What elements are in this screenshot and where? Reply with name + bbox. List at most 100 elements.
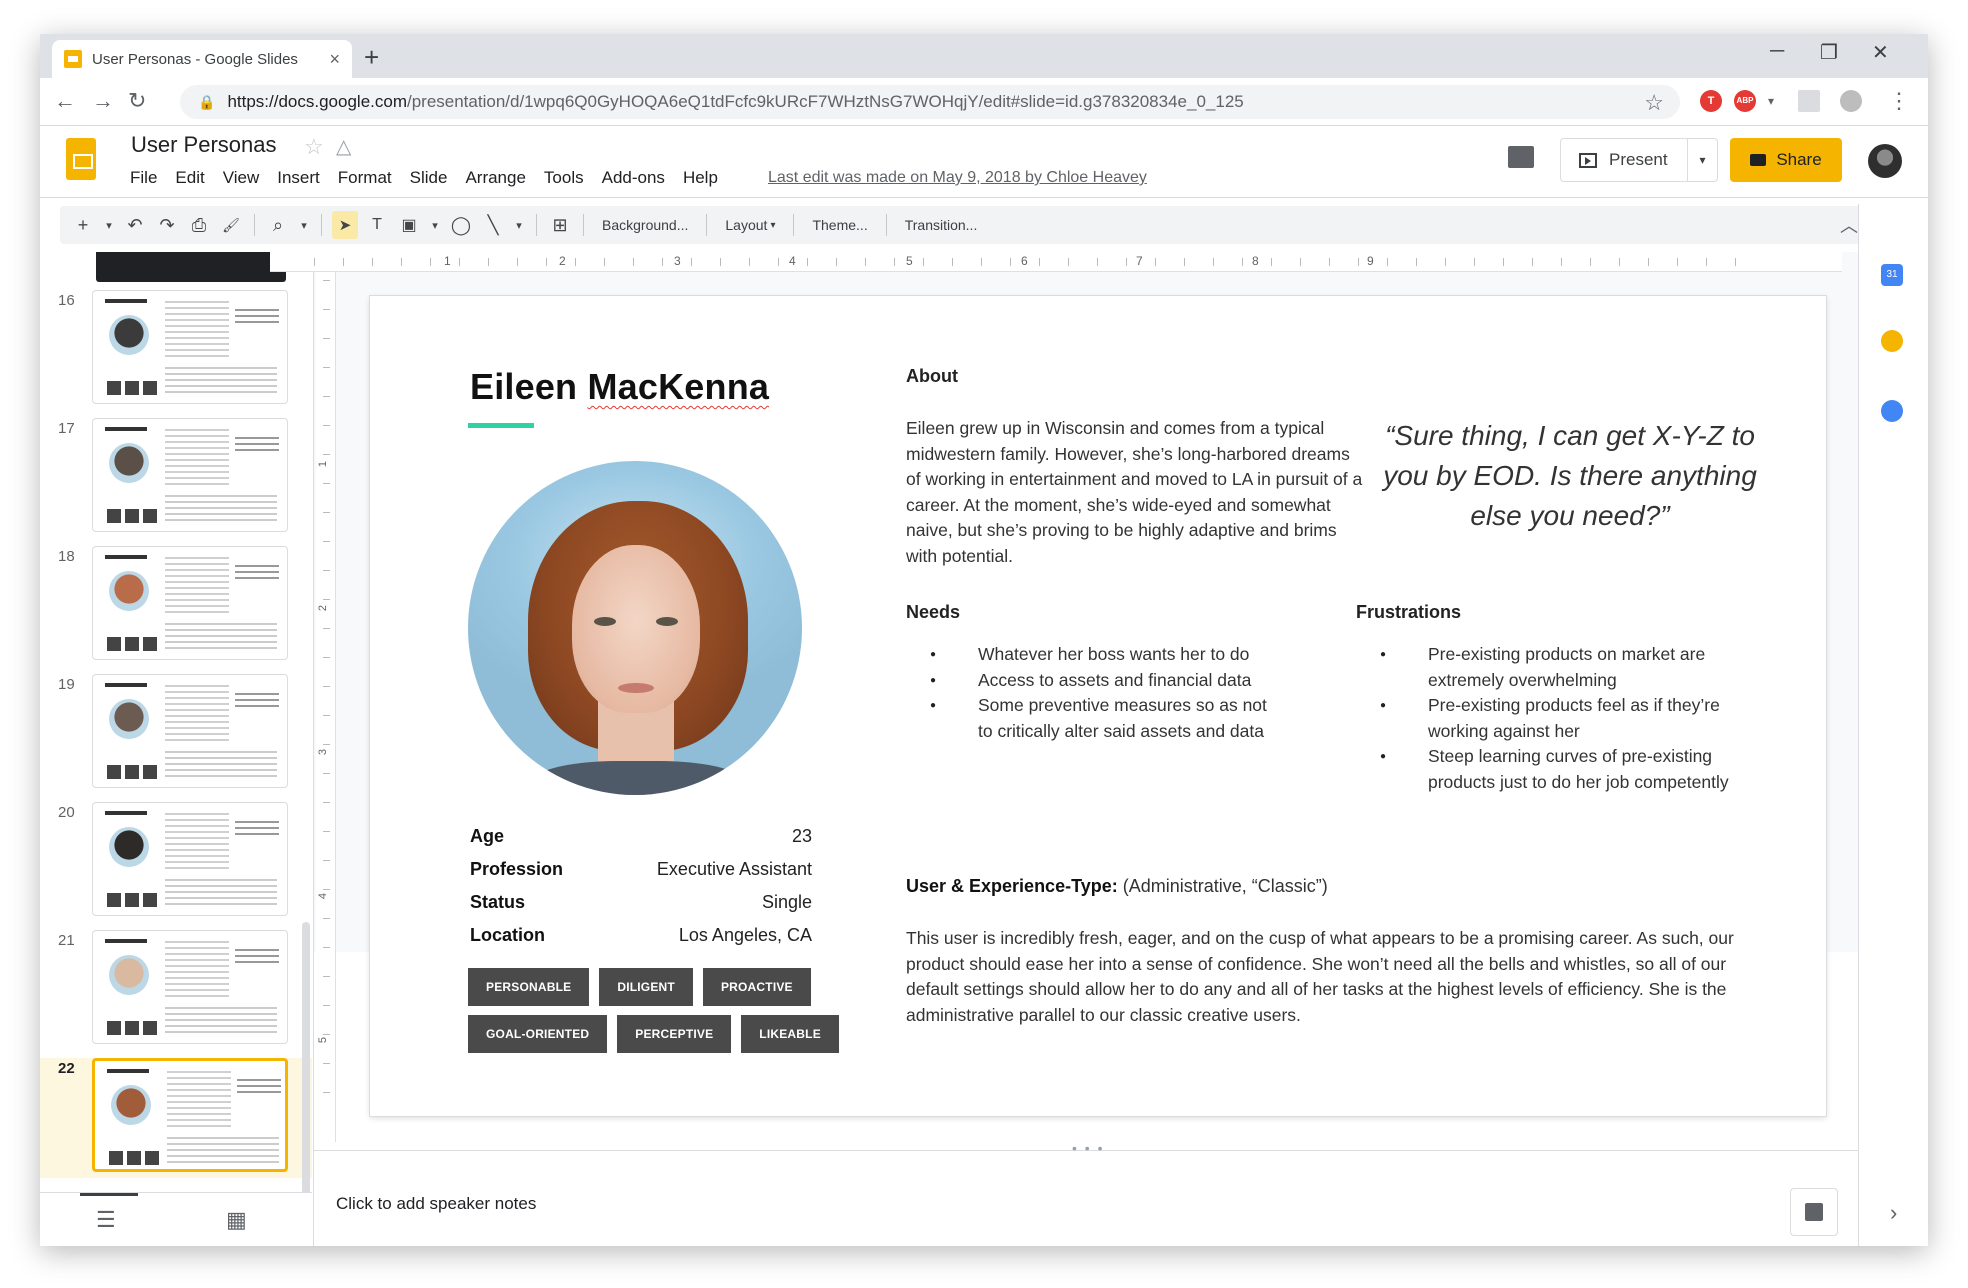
new-slide-button[interactable]: + [70,211,96,239]
star-icon[interactable]: ☆ [304,134,324,160]
about-text[interactable]: Eileen grew up in Wisconsin and comes fr… [906,416,1366,569]
menu-format[interactable]: Format [338,168,392,188]
needs-heading[interactable]: Needs [906,602,960,623]
side-panel-toggle-icon[interactable]: › [1890,1200,1897,1226]
speaker-notes[interactable]: Click to add speaker notes [336,1194,536,1214]
slide-thumbnail-row[interactable]: 20 [40,802,312,922]
keep-icon[interactable] [1881,330,1903,352]
filmstrip-scrollbar[interactable] [302,922,310,1218]
slide-thumbnail[interactable] [92,674,288,788]
slide-thumbnail-row[interactable]: 16 [40,290,312,410]
collapse-toolbar-icon[interactable]: ︿ [1840,212,1858,238]
persona-name[interactable]: Eileen MacKenna [470,366,769,408]
browser-menu-icon[interactable]: ⋮ [1888,88,1910,114]
present-dropdown-icon[interactable]: ▾ [1687,139,1717,181]
slide-thumbnail-row[interactable]: 17 [40,418,312,538]
menu-arrange[interactable]: Arrange [465,168,525,188]
slides-logo-icon[interactable] [66,138,96,180]
present-button[interactable]: Present ▾ [1560,138,1718,182]
menu-file[interactable]: File [130,168,157,188]
trait-tags[interactable]: PERSONABLE DILIGENT PROACTIVE GOAL-ORIEN… [468,968,848,1062]
redo-icon[interactable]: ↷ [154,211,180,239]
persona-quote[interactable]: “Sure thing, I can get X-Y-Z to you by E… [1380,416,1760,536]
select-tool-icon[interactable]: ➤ [332,211,358,239]
bookmark-star-icon[interactable]: ☆ [1644,90,1664,116]
paint-format-icon[interactable]: 🖌 [218,211,244,239]
background-button[interactable]: Background... [594,211,696,239]
tasks-icon[interactable] [1881,400,1903,422]
image-dropdown-icon[interactable]: ▾ [428,211,442,239]
undo-icon[interactable]: ↶ [122,211,148,239]
image-icon[interactable]: ▣ [396,211,422,239]
reload-icon[interactable]: ↻ [128,88,146,114]
extension-dropdown-icon[interactable]: ▾ [1768,94,1774,108]
minimize-button[interactable]: ─ [1770,40,1784,63]
frustrations-heading[interactable]: Frustrations [1356,602,1461,623]
browser-tab[interactable]: User Personas - Google Slides × [52,40,352,78]
menu-insert[interactable]: Insert [277,168,320,188]
persona-photo[interactable] [468,461,802,795]
transition-button[interactable]: Transition... [897,211,986,239]
slide-thumbnail-row[interactable]: 19 [40,674,312,794]
slide-thumbnail[interactable] [92,802,288,916]
restore-button[interactable]: ❐ [1820,40,1838,65]
menu-help[interactable]: Help [683,168,718,188]
document-title[interactable]: User Personas [131,132,277,158]
persona-summary[interactable]: This user is incredibly fresh, eager, an… [906,926,1736,1028]
menu-tools[interactable]: Tools [544,168,584,188]
slide-thumbnail[interactable] [92,418,288,532]
persona-facts[interactable]: Age 23 Profession Executive Assistant Stat… [470,826,812,958]
user-experience-type[interactable]: User & Experience-Type: (Administrative,… [906,876,1328,897]
new-tab-button[interactable]: + [364,42,379,73]
menu-view[interactable]: View [223,168,260,188]
explore-button[interactable] [1790,1188,1838,1236]
comments-icon[interactable] [1508,146,1534,168]
calendar-icon[interactable]: 31 [1881,264,1903,286]
forward-icon[interactable]: → [92,88,114,114]
theme-button[interactable]: Theme... [804,211,875,239]
page-icon[interactable] [1798,90,1820,112]
line-dropdown-icon[interactable]: ▾ [512,211,526,239]
close-window-button[interactable]: ✕ [1872,40,1889,65]
ruler-number: 2 [317,604,330,612]
adblock-icon[interactable]: ABP [1734,90,1756,112]
zoom-icon[interactable]: ⌕ [265,211,291,239]
notes-resize-handle[interactable]: • • • [1072,1140,1104,1156]
tab-close-icon[interactable]: × [329,49,340,70]
slide-thumbnail[interactable] [92,546,288,660]
new-slide-dropdown-icon[interactable]: ▾ [102,211,116,239]
extension-t-icon[interactable]: T [1700,90,1722,112]
share-button[interactable]: Share [1730,138,1842,182]
print-icon[interactable]: ⎙ [186,211,212,239]
menu-slide[interactable]: Slide [410,168,448,188]
back-icon[interactable]: ← [54,88,76,114]
grid-view-icon[interactable]: ▦ [226,1207,247,1233]
menu-edit[interactable]: Edit [175,168,204,188]
list-view-icon[interactable]: ☰ [96,1207,116,1233]
slide-thumbnail-15[interactable] [96,252,286,282]
add-comment-icon[interactable]: ⊞ [547,211,573,239]
slide-thumbnail-row[interactable]: 22 [40,1058,312,1178]
profile-icon[interactable] [1840,90,1862,112]
slide-thumbnail-row[interactable]: 21 [40,930,312,1050]
layout-button[interactable]: Layout ▾ [717,211,783,239]
horizontal-ruler[interactable]: 1 2 3 4 5 6 7 8 9 [270,252,1842,272]
menu-addons[interactable]: Add-ons [602,168,665,188]
about-heading[interactable]: About [906,366,958,387]
vertical-ruler[interactable]: 1 2 3 4 5 [316,272,336,1142]
slide-thumbnail[interactable] [92,930,288,1044]
slide[interactable]: Eileen MacKenna Age 23 Profession Executiv… [370,296,1826,1116]
line-icon[interactable]: ╲ [480,211,506,239]
text-box-icon[interactable]: T [364,211,390,239]
move-to-drive-icon[interactable]: △ [336,134,351,159]
shape-icon[interactable]: ◯ [448,211,474,239]
slide-thumbnail[interactable] [92,1058,288,1172]
url-field[interactable]: 🔒 https://docs.google.com/presentation/d… [180,85,1680,119]
frustrations-list[interactable]: Pre-existing products on market are extr… [1356,642,1746,795]
account-avatar[interactable] [1868,144,1902,178]
needs-list[interactable]: Whatever her boss wants her to do Access… [906,642,1286,744]
slide-thumbnail-row[interactable]: 18 [40,546,312,666]
last-edit-link[interactable]: Last edit was made on May 9, 2018 by Chl… [768,169,1147,187]
zoom-dropdown-icon[interactable]: ▾ [297,211,311,239]
slide-thumbnail[interactable] [92,290,288,404]
